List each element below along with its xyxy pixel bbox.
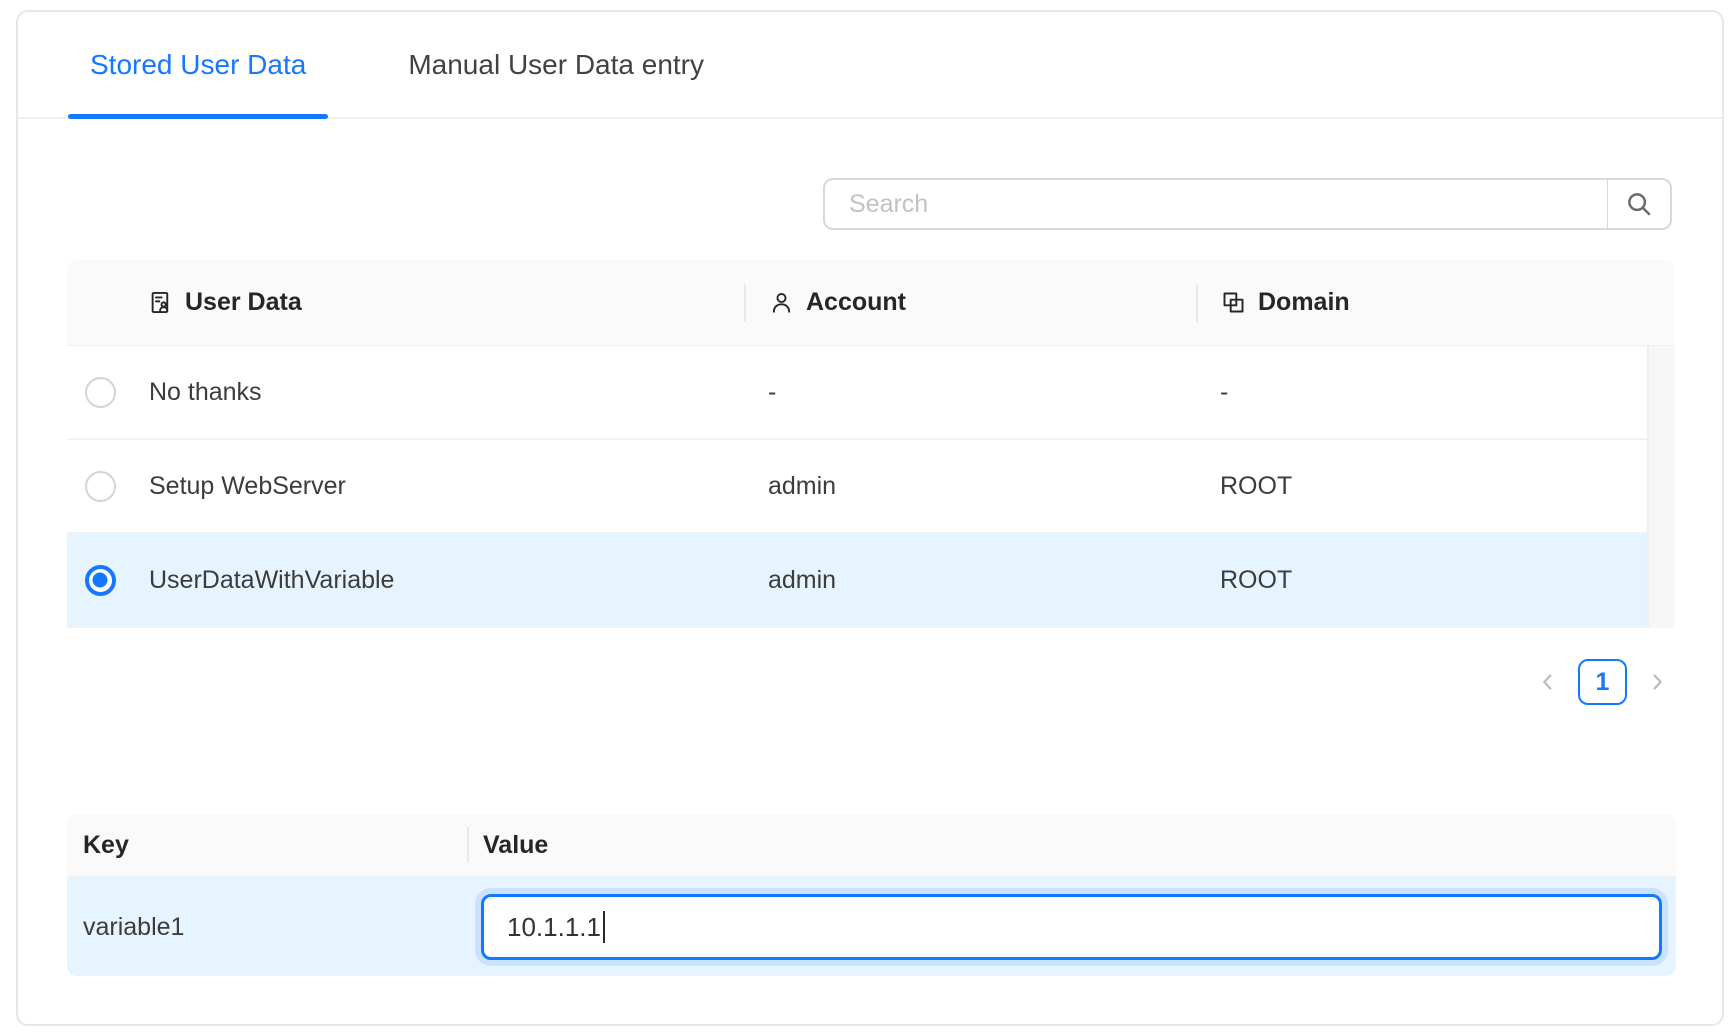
screen: Stored User Data Manual User Data entry xyxy=(0,0,1734,1036)
value-input-text: 10.1.1.1 xyxy=(507,912,601,943)
tab-manual-user-data-entry[interactable]: Manual User Data entry xyxy=(386,12,726,117)
row-radio-unchecked[interactable] xyxy=(85,471,116,502)
table-header-row: User Data Account xyxy=(67,260,1675,345)
row-radio-checked[interactable] xyxy=(85,565,116,596)
chevron-left-icon xyxy=(1537,671,1559,693)
user-data-panel: Stored User Data Manual User Data entry xyxy=(16,10,1724,1026)
kv-column-header-key: Key xyxy=(67,814,467,876)
table-row-no-thanks[interactable]: No thanks - - xyxy=(67,346,1647,440)
column-label-domain: Domain xyxy=(1258,288,1350,317)
cell-domain: ROOT xyxy=(1196,566,1647,595)
search-input[interactable] xyxy=(823,178,1608,230)
pagination-next-button[interactable] xyxy=(1642,660,1672,704)
person-icon xyxy=(768,289,795,316)
column-label-account: Account xyxy=(806,288,906,317)
table-row-userdatawithvariable[interactable]: UserDataWithVariable admin ROOT xyxy=(67,534,1647,628)
user-data-document-icon xyxy=(147,289,174,316)
kv-value-cell: 10.1.1.1 xyxy=(467,894,1676,960)
pagination: 1 xyxy=(1533,659,1672,705)
pagination-prev-button[interactable] xyxy=(1533,660,1563,704)
search-group xyxy=(823,178,1672,230)
key-value-table: Key Value variable1 10.1.1.1 xyxy=(67,814,1676,976)
tab-stored-user-data[interactable]: Stored User Data xyxy=(68,12,328,117)
pagination-page-1[interactable]: 1 xyxy=(1578,659,1627,705)
chevron-right-icon xyxy=(1646,671,1668,693)
table-body: No thanks - - Setup WebServer admin ROOT… xyxy=(67,345,1675,628)
cell-account: admin xyxy=(744,472,1196,501)
cell-user-data: UserDataWithVariable xyxy=(133,566,744,595)
search-button[interactable] xyxy=(1608,178,1672,230)
column-header-account: Account xyxy=(744,260,1196,345)
kv-header-row: Key Value xyxy=(67,814,1676,878)
column-header-domain: Domain xyxy=(1196,260,1675,345)
stored-user-data-table: User Data Account xyxy=(67,260,1675,628)
cell-account: admin xyxy=(744,566,1196,595)
cell-account: - xyxy=(744,378,1196,407)
cell-domain: ROOT xyxy=(1196,472,1647,501)
domain-blocks-icon xyxy=(1220,289,1247,316)
cell-user-data: Setup WebServer xyxy=(133,472,744,501)
row-radio-unchecked[interactable] xyxy=(85,377,116,408)
kv-column-header-value: Value xyxy=(467,814,1676,876)
value-input[interactable]: 10.1.1.1 xyxy=(481,894,1662,960)
table-row-setup-webserver[interactable]: Setup WebServer admin ROOT xyxy=(67,440,1647,534)
cell-user-data: No thanks xyxy=(133,378,744,407)
kv-row-variable1: variable1 10.1.1.1 xyxy=(67,878,1676,976)
selection-column-header xyxy=(67,260,133,345)
table-scrollbar-track[interactable] xyxy=(1647,346,1675,628)
search-icon xyxy=(1624,189,1654,219)
column-header-user-data: User Data xyxy=(133,260,744,345)
column-label-user-data: User Data xyxy=(185,288,302,317)
kv-key-cell: variable1 xyxy=(67,913,467,942)
tab-bar: Stored User Data Manual User Data entry xyxy=(18,12,1722,119)
text-cursor xyxy=(603,911,606,943)
cell-domain: - xyxy=(1196,378,1647,407)
